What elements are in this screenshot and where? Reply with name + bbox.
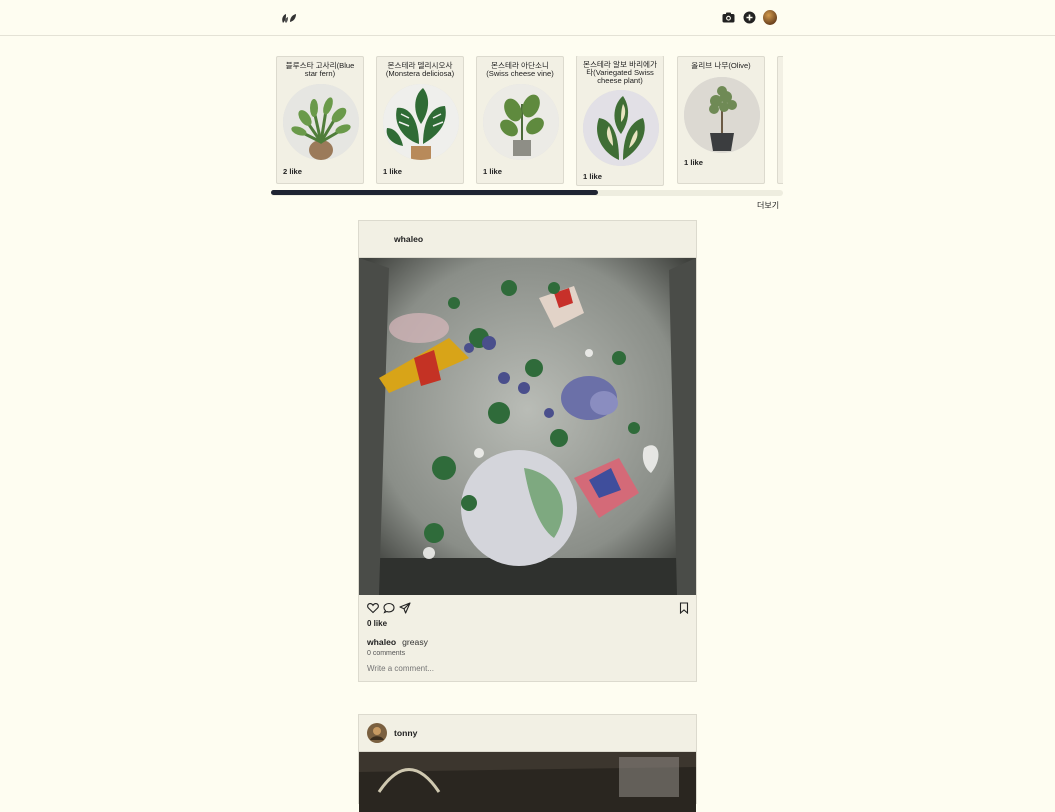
plant-name: 몬스테라 알보 바리에가타(Variegated Swiss cheese pl…: [582, 60, 658, 85]
plant-card[interactable]: 몬스테라 알보 바리에가타(Variegated Swiss cheese pl…: [576, 56, 664, 186]
avatar[interactable]: [367, 723, 387, 743]
heart-icon[interactable]: [367, 601, 379, 614]
post-card: whaleo 0 like whaleo greasy 0 comments W…: [358, 220, 697, 682]
carousel-scrollbar[interactable]: [271, 190, 598, 195]
post-actions: [359, 595, 696, 621]
caption-username[interactable]: whaleo: [367, 637, 396, 647]
plant-like-count: 1 like: [684, 158, 703, 167]
plant-name: 올리브 나무(Olive): [691, 61, 751, 70]
plant-card[interactable]: 블루스타 고사리(Blue star fern) 2 like: [276, 56, 364, 184]
view-comments-link[interactable]: 0 comments: [367, 650, 405, 657]
plant-like-count: 2 like: [283, 167, 302, 176]
plant-image: [583, 90, 659, 166]
post-image[interactable]: [359, 258, 696, 595]
post-header: whaleo: [359, 221, 696, 258]
caption-text: greasy: [402, 637, 428, 647]
plant-image: [283, 84, 359, 160]
plant-name: 몬스테라 아단소니(Swiss cheese vine): [486, 61, 554, 78]
plant-name: 몬스테라 델리시오사(Monstera deliciosa): [385, 61, 455, 78]
post-header: tonny: [359, 715, 696, 752]
plant-name: 블루스타 고사리(Blue star fern): [285, 61, 355, 78]
share-icon[interactable]: [399, 601, 411, 614]
plant-image: [483, 84, 559, 160]
camera-icon[interactable]: [721, 10, 735, 24]
plant-card[interactable]: 올리브 나무(Olive) 1 like: [677, 56, 765, 184]
plant-like-count: 1 like: [583, 172, 602, 181]
add-post-icon[interactable]: [742, 10, 756, 24]
post-caption: whaleo greasy: [367, 637, 428, 647]
post-username[interactable]: whaleo: [394, 234, 423, 244]
bookmark-icon[interactable]: [678, 601, 690, 615]
leaf-logo-icon[interactable]: [280, 11, 298, 25]
post-image[interactable]: [359, 752, 696, 812]
comment-input[interactable]: [367, 664, 687, 673]
more-link[interactable]: 더보기: [757, 200, 779, 211]
profile-avatar[interactable]: [763, 9, 777, 25]
plant-card[interactable]: [777, 56, 783, 184]
comment-icon[interactable]: [383, 601, 395, 614]
plant-card[interactable]: 몬스테라 아단소니(Swiss cheese vine) 1 like: [476, 56, 564, 184]
plant-card[interactable]: 몬스테라 델리시오사(Monstera deliciosa) 1 like: [376, 56, 464, 184]
plant-carousel: 블루스타 고사리(Blue star fern) 2 like 몬스테라 델리시…: [276, 56, 783, 188]
post-like-count: 0 like: [367, 619, 388, 628]
top-navigation-bar: [0, 0, 1055, 36]
plant-image: [383, 84, 459, 160]
plant-image: [684, 77, 760, 153]
plant-like-count: 1 like: [383, 167, 402, 176]
post-username[interactable]: tonny: [394, 728, 417, 738]
plant-like-count: 1 like: [483, 167, 502, 176]
